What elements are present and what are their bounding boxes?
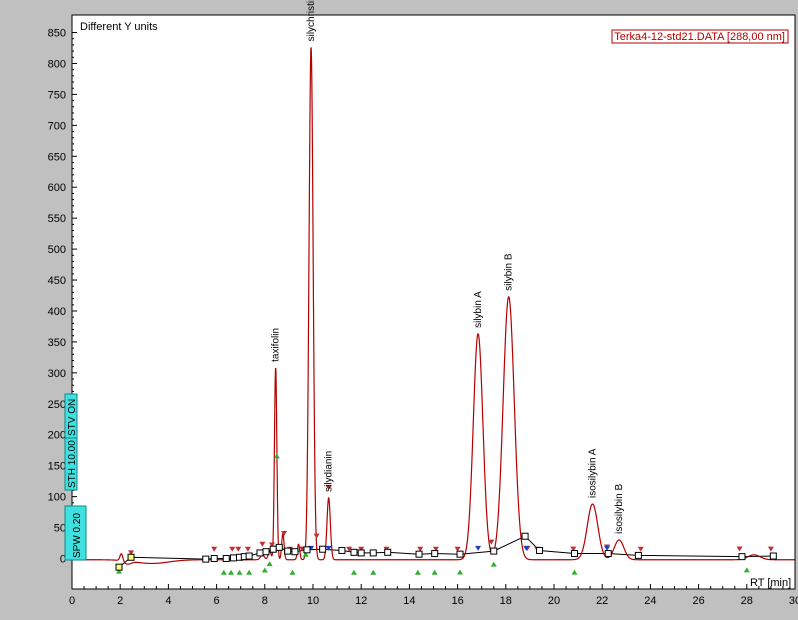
x-tick-label: 30: [789, 595, 798, 607]
y-tick-label: 450: [48, 275, 66, 287]
x-tick-label: 10: [307, 595, 319, 607]
chart-title: Different Y units: [80, 21, 158, 33]
peak-label: isosilybin A: [588, 448, 599, 498]
y-tick-label: 300: [48, 368, 66, 380]
baseline-point: [115, 563, 123, 571]
baseline-point: [284, 547, 292, 555]
baseline-point: [262, 548, 270, 556]
peak-label: taxifolin: [271, 328, 282, 362]
x-tick-label: 12: [355, 595, 367, 607]
legend-entry: Terka4-12-std21.DATA [288,00 nm]: [614, 31, 785, 43]
y-tick-label: 700: [48, 120, 66, 132]
x-tick-label: 18: [500, 595, 512, 607]
y-tick-label: 250: [48, 399, 66, 411]
legend: Terka4-12-std21.DATA [288,00 nm]: [611, 29, 789, 44]
baseline-point: [369, 549, 377, 557]
baseline-point: [291, 548, 299, 556]
x-tick-label: 4: [165, 595, 171, 607]
baseline-point: [127, 553, 135, 561]
y-tick-label: 200: [48, 430, 66, 442]
baseline-point: [456, 550, 464, 558]
x-tick-label: 24: [644, 595, 656, 607]
baseline-point: [431, 550, 439, 558]
peak-label: silydianin: [324, 451, 335, 492]
y-tick-label: 550: [48, 213, 66, 225]
baseline-point: [269, 545, 277, 553]
y-tick-label: 350: [48, 337, 66, 349]
x-tick-label: 14: [403, 595, 415, 607]
side-label-sth: STH 10.00: [67, 440, 78, 488]
peak-label: silybin B: [504, 253, 515, 291]
x-tick-label: 2: [117, 595, 123, 607]
y-tick-label: 150: [48, 461, 66, 473]
baseline-point: [275, 543, 283, 551]
baseline-point: [490, 547, 498, 555]
y-tick-label: 50: [54, 523, 66, 535]
peak-label: silybin A: [473, 291, 484, 328]
y-tick-label: 500: [48, 244, 66, 256]
baseline-point: [210, 555, 218, 562]
y-tick-label: 850: [48, 28, 66, 40]
baseline-point: [338, 546, 346, 554]
peak-label: isosilybin B: [614, 484, 625, 534]
baseline-point: [415, 550, 423, 558]
x-tick-label: 8: [262, 595, 268, 607]
baseline-point: [357, 549, 365, 557]
y-tick-label: 800: [48, 58, 66, 70]
baseline-point: [229, 554, 237, 562]
peak-label: silychristin: [306, 0, 317, 41]
y-tick-label: 650: [48, 151, 66, 163]
baseline-point: [521, 532, 529, 540]
x-tick-label: 22: [596, 595, 608, 607]
baseline-point: [738, 553, 746, 561]
y-tick-label: 750: [48, 89, 66, 101]
x-axis-label: RT [min]: [750, 577, 791, 589]
baseline-point: [570, 550, 578, 558]
chart-svg: 024681012141618202224262830 050100150200…: [48, 0, 798, 607]
baseline-point: [202, 555, 210, 563]
x-tick-label: 16: [451, 595, 463, 607]
y-tick-label: 600: [48, 182, 66, 194]
baseline-point: [319, 545, 327, 553]
x-tick-label: 20: [548, 595, 560, 607]
baseline-point: [256, 549, 264, 557]
baseline-point: [604, 550, 612, 558]
y-tick-label: 400: [48, 306, 66, 318]
baseline-point: [350, 548, 358, 556]
chromatogram-chart: 024681012141618202224262830 050100150200…: [0, 0, 798, 615]
baseline-point: [634, 551, 642, 559]
y-tick-label: 100: [48, 492, 66, 504]
x-tick-label: 0: [69, 595, 75, 607]
baseline-point: [245, 552, 253, 560]
baseline-point: [303, 546, 311, 554]
baseline-point: [536, 546, 544, 554]
plot-area-background: [72, 15, 795, 589]
side-label-spw: SPW 0.20: [72, 513, 83, 558]
baseline-point: [384, 548, 392, 556]
baseline-point: [222, 555, 230, 562]
side-label-stv: STV ON: [67, 399, 78, 436]
x-tick-label: 28: [741, 595, 753, 607]
baseline-point: [769, 552, 777, 560]
x-tick-label: 26: [692, 595, 704, 607]
x-tick-label: 6: [214, 595, 220, 607]
